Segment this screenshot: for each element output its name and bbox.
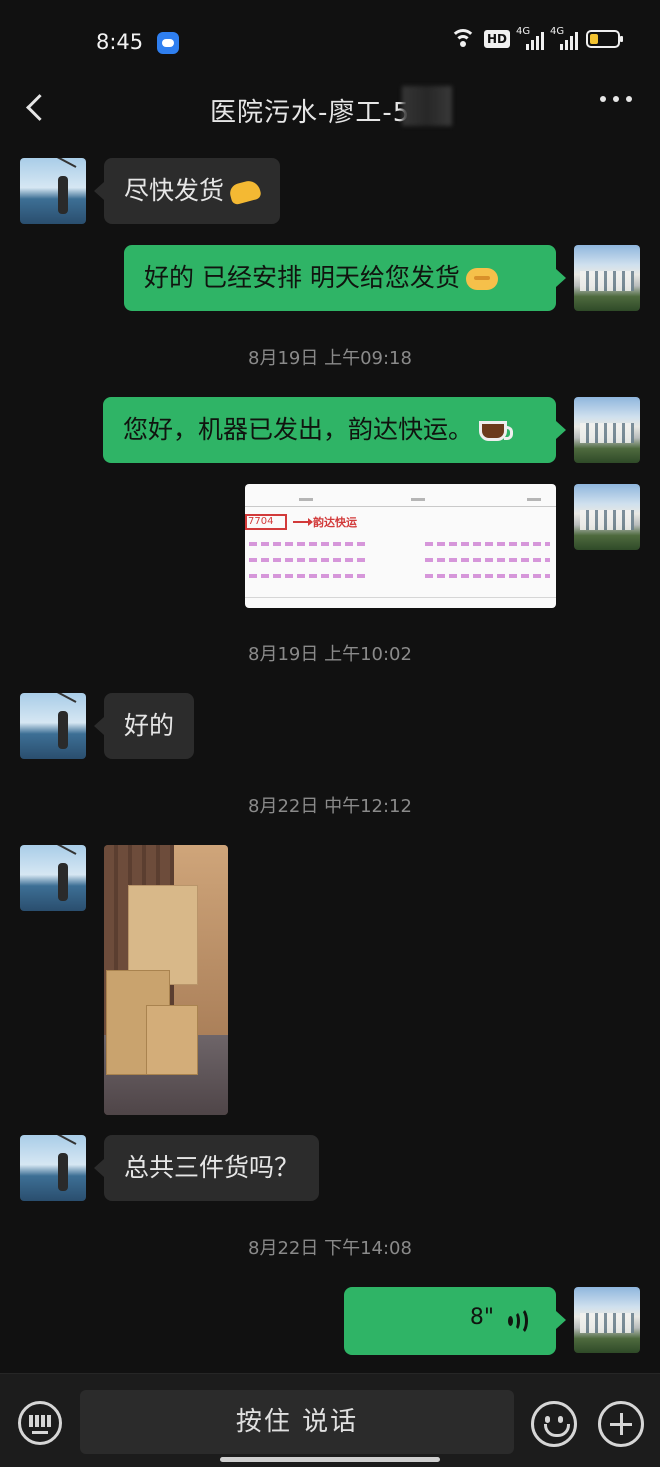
contact-avatar[interactable]: [20, 158, 86, 224]
my-avatar[interactable]: [574, 397, 640, 463]
message-bubble-incoming[interactable]: 尽快发货: [93, 158, 281, 224]
redacted-blur: [402, 86, 452, 126]
battery-icon: [586, 30, 623, 48]
message-text: 尽快发货: [124, 176, 225, 205]
input-bar: 按住 说话: [0, 1373, 660, 1467]
voice-wave-icon: [508, 1307, 530, 1335]
folded-hands-emoji-icon: [227, 178, 263, 206]
contact-avatar[interactable]: [20, 845, 86, 911]
courier-label: 韵达快运: [313, 516, 357, 529]
my-avatar[interactable]: [574, 1287, 640, 1353]
hold-to-talk-button[interactable]: 按住 说话: [80, 1390, 514, 1454]
arrow-icon: [293, 518, 313, 526]
my-avatar[interactable]: [574, 484, 640, 550]
chat-title: 医院污水-廖工-5: [210, 98, 411, 128]
status-bar: 8:45 HD 4G 4G: [0, 0, 660, 84]
handshake-emoji-icon: [465, 268, 498, 290]
add-attachment-icon[interactable]: [598, 1401, 644, 1447]
signal-icon-2: 4G: [550, 26, 578, 50]
app-notification-icon: [157, 32, 179, 54]
my-avatar[interactable]: [574, 245, 640, 311]
message-timestamp: 8月19日 上午09:18: [248, 348, 412, 369]
message-bubble-outgoing[interactable]: 好的 已经安排 明天给您发货: [124, 245, 566, 311]
chat-header: 医院污水-廖工-5: [0, 84, 660, 134]
contact-avatar[interactable]: [20, 1135, 86, 1201]
message-text: 总共三件货吗？: [124, 1153, 300, 1182]
wifi-icon: [449, 29, 476, 49]
voice-duration: 8": [469, 1305, 494, 1330]
boxes-photo-image[interactable]: [104, 845, 228, 1115]
more-options-icon[interactable]: [600, 96, 632, 102]
hd-badge: HD: [483, 30, 510, 48]
message-timestamp: 8月22日 中午12:12: [248, 796, 412, 817]
message-bubble-incoming[interactable]: 总共三件货吗？: [93, 1135, 320, 1201]
message-text: 好的 已经安排 明天给您发货: [144, 263, 460, 292]
tracking-number-highlight: 7704: [245, 514, 287, 530]
message-bubble-incoming[interactable]: 好的: [93, 693, 195, 759]
keyboard-toggle-icon[interactable]: [18, 1401, 62, 1445]
signal-label: 4G: [516, 26, 531, 37]
status-icons: HD 4G 4G: [449, 26, 623, 50]
emoji-picker-icon[interactable]: [531, 1401, 577, 1447]
coffee-emoji-icon: [479, 421, 514, 441]
contact-avatar[interactable]: [20, 693, 86, 759]
signal-icon: 4G: [516, 26, 544, 50]
message-text: 您好，机器已发出，韵达快运。: [123, 415, 474, 444]
voice-message-bubble[interactable]: 8": [344, 1287, 566, 1355]
message-timestamp: 8月22日 下午14:08: [248, 1238, 412, 1259]
message-timestamp: 8月19日 上午10:02: [248, 644, 412, 665]
back-icon[interactable]: [22, 92, 52, 124]
signal-label-2: 4G: [550, 26, 565, 37]
home-indicator[interactable]: [220, 1457, 440, 1462]
status-time: 8:45: [96, 30, 144, 54]
shipping-screenshot-image[interactable]: 7704 韵达快运: [245, 484, 556, 608]
message-bubble-outgoing[interactable]: 您好，机器已发出，韵达快运。: [103, 397, 566, 463]
message-text: 好的: [124, 711, 175, 740]
